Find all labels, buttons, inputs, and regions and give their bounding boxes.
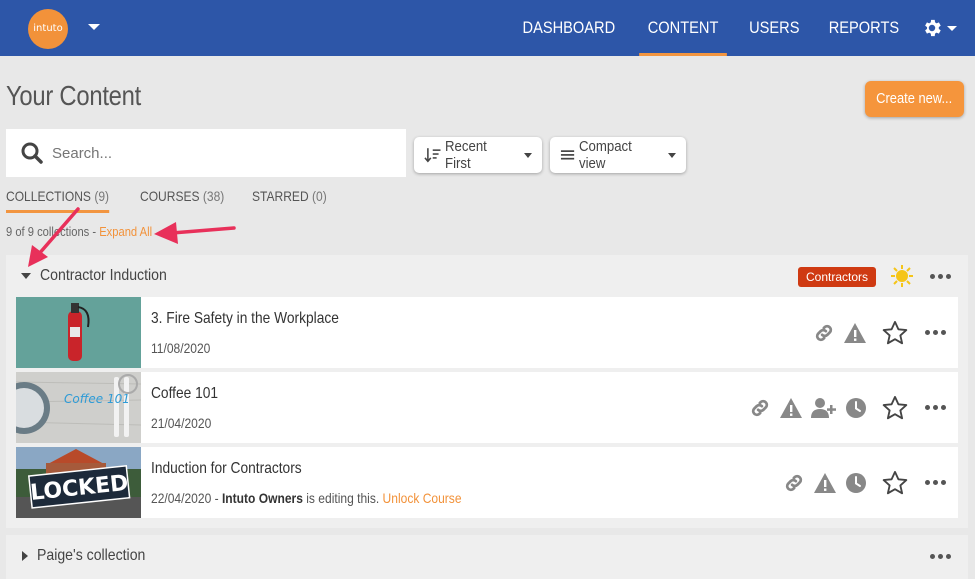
settings-menu[interactable] [915,0,975,56]
course-row[interactable]: LOCKED Induction for Contractors 22/04/2… [16,447,958,518]
course-row[interactable]: Coffee 101 Coffee 101 21/04/2020 [16,372,958,443]
star-icon[interactable] [881,394,909,422]
link-icon[interactable] [783,472,805,494]
tab-courses[interactable]: COURSES (38) [140,188,224,213]
intuto-logo[interactable]: intuto [28,9,68,49]
more-icon[interactable] [925,480,946,485]
more-icon[interactable] [925,330,946,335]
warning-icon[interactable] [779,397,803,419]
expand-all-link[interactable]: Expand All [99,224,152,239]
course-thumbnail: LOCKED [16,447,141,518]
course-date: 11/08/2020 [151,340,211,356]
view-dropdown[interactable]: Compact view [550,137,686,173]
sort-caret-icon [524,152,532,158]
view-caret-icon [668,152,676,158]
sun-icon [891,265,913,287]
course-actions [783,447,946,518]
nav-users[interactable]: USERS [740,0,808,56]
clock-icon[interactable] [845,472,867,494]
account-dropdown-caret-icon[interactable] [88,24,100,30]
course-row[interactable]: 3. Fire Safety in the Workplace 11/08/20… [16,297,958,368]
create-new-button[interactable]: Create new... [865,81,964,117]
collection-more-icon[interactable] [930,274,951,279]
tab-courses-label: COURSES [139,188,200,204]
tab-collections-label: COLLECTIONS [6,188,91,204]
link-icon[interactable] [813,322,835,344]
create-new-label: Create new... [876,90,953,107]
tab-starred-count: (0) [311,188,327,204]
clock-icon[interactable] [845,397,867,419]
view-label: Compact view [579,138,632,172]
search-icon [21,142,43,164]
list-icon [560,150,575,160]
sort-icon [424,148,441,163]
thumb-caption: Coffee 101 [64,392,130,406]
course-title[interactable]: 3. Fire Safety in the Workplace [151,310,339,328]
search-input[interactable] [52,144,372,162]
warning-icon[interactable] [813,472,837,494]
sort-label: Recent First [445,138,488,172]
collection-more-icon[interactable] [930,554,951,559]
tab-courses-count: (38) [202,188,225,204]
more-icon[interactable] [925,405,946,410]
collection-header[interactable]: Paige's collection [6,535,968,577]
warning-icon[interactable] [843,322,867,344]
expand-caret-icon[interactable] [22,551,28,561]
course-thumbnail: Coffee 101 [16,372,141,443]
link-icon[interactable] [749,397,771,419]
top-navbar: intuto DASHBOARD CONTENT USERS REPORTS [0,0,975,56]
nav-content[interactable]: CONTENT [639,0,728,56]
main-nav: DASHBOARD CONTENT USERS REPORTS [505,0,975,56]
search-box [6,129,406,177]
course-title[interactable]: Induction for Contractors [151,460,302,478]
collection-name: Paige's collection [37,547,146,564]
add-user-icon[interactable] [811,397,837,419]
star-icon[interactable] [881,469,909,497]
collection-paiges: Paige's collection [6,535,968,579]
nav-reports[interactable]: REPORTS [820,0,908,56]
tab-starred-label: STARRED [251,188,309,204]
page-title: Your Content [6,80,142,111]
gear-icon [925,19,941,37]
course-actions [749,372,946,443]
collection-contractor-induction: Contractor Induction Contractors 3. Fire… [6,255,968,528]
course-title[interactable]: Coffee 101 [151,385,218,403]
annotation-arrow-icon [154,222,236,244]
star-icon[interactable] [881,319,909,347]
unlock-course-link[interactable]: Unlock Course [383,490,462,506]
tab-collections-count: (9) [94,188,110,204]
course-meta: 22/04/2020 - Intuto Owners is editing th… [151,490,462,506]
group-badge: Contractors [798,267,877,287]
editing-text: is editing this. [302,490,383,506]
settings-caret-icon [947,25,957,31]
sort-dropdown[interactable]: Recent First [414,137,542,173]
annotation-arrow-icon [28,207,80,267]
collection-header[interactable]: Contractor Induction Contractors [6,255,968,297]
course-actions [813,297,946,368]
course-editor: Intuto Owners [221,490,303,506]
nav-dashboard[interactable]: DASHBOARD [514,0,624,56]
course-thumbnail [16,297,141,368]
course-date: 21/04/2020 [151,415,212,431]
tab-starred[interactable]: STARRED (0) [252,188,327,213]
course-date: 22/04/2020 - [151,490,222,506]
